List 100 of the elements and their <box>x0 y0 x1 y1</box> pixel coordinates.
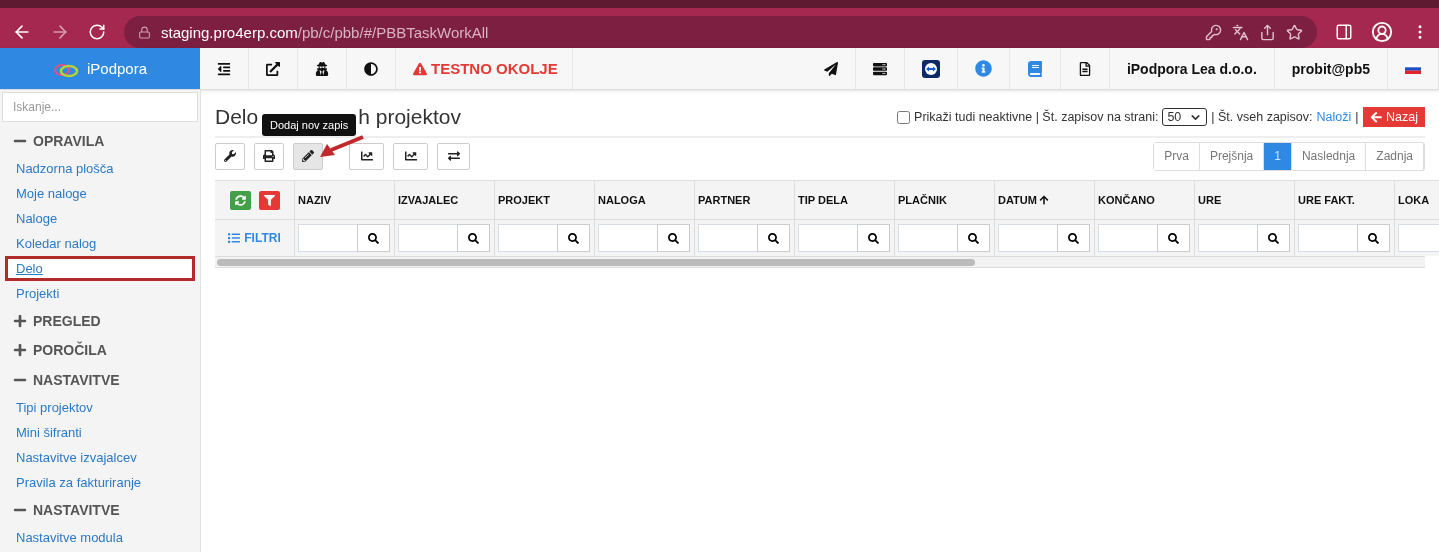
filter-field[interactable] <box>1098 224 1157 252</box>
sidebar-item[interactable]: Mini šifranti <box>5 420 195 446</box>
reload-icon[interactable] <box>88 23 106 41</box>
menu-section[interactable]: PREGLED <box>2 305 198 336</box>
filter-field[interactable] <box>798 224 857 252</box>
section-title: POROČILA <box>33 342 107 359</box>
column-header[interactable]: URE FAKT. <box>1295 181 1395 220</box>
side-panel-icon[interactable] <box>1335 23 1353 41</box>
column-header[interactable]: NAZIV <box>295 181 395 220</box>
sidebar-item[interactable]: Nadzorna plošča <box>5 155 195 181</box>
printer-icon <box>263 150 275 162</box>
pencil-icon <box>302 150 314 162</box>
column-header[interactable]: URE <box>1195 181 1295 220</box>
column-header[interactable]: LOKA <box>1395 181 1439 220</box>
search-icon <box>768 232 779 244</box>
environment-warning: TESTNO OKOLJE <box>431 60 558 77</box>
search-button[interactable] <box>357 224 390 252</box>
filter-field[interactable] <box>498 224 557 252</box>
address-bar[interactable]: staging.pro4erp.com/pb/c/pbb/#/PBBTaskWorkAll <box>124 16 1317 48</box>
chart-button[interactable] <box>393 142 428 170</box>
filter-icon <box>263 194 275 206</box>
menu-section[interactable]: POROČILA <box>2 335 198 366</box>
menu-section[interactable]: OPRAVILA <box>2 125 198 156</box>
flag-icon <box>1405 63 1421 74</box>
share-icon[interactable] <box>1259 23 1276 41</box>
search-button[interactable] <box>457 224 490 252</box>
back-button[interactable]: Nazaj <box>1362 107 1425 127</box>
column-header[interactable]: TIP DELA <box>795 181 895 220</box>
menu-section[interactable]: NASTAVITVE <box>2 495 198 525</box>
sidebar-item[interactable]: Koledar nalog <box>5 230 195 256</box>
column-header[interactable]: PROJEKT <box>495 181 595 220</box>
section-title: NASTAVITVE <box>33 502 120 519</box>
search-button[interactable] <box>557 224 590 252</box>
user-button[interactable]: probit@pb5 <box>1274 48 1388 89</box>
search-button[interactable] <box>757 224 790 252</box>
search-button[interactable] <box>1257 224 1290 252</box>
filter-field[interactable] <box>1198 224 1257 252</box>
scrollbar[interactable] <box>215 256 1425 268</box>
search-field[interactable]: Iskanje... <box>2 92 198 122</box>
book-icon <box>1026 60 1043 77</box>
info-icon <box>974 60 992 77</box>
lock-icon <box>138 25 151 39</box>
column-header[interactable]: KONČANO <box>1095 181 1195 220</box>
chart-button[interactable] <box>349 142 384 170</box>
swap-arrows-icon <box>447 150 460 162</box>
section-title: NASTAVITVE <box>33 372 120 389</box>
search-icon <box>1068 232 1079 244</box>
line-chart-icon <box>360 150 373 162</box>
sidebar-item[interactable]: Tipi projektov <box>5 395 195 421</box>
print-button[interactable] <box>254 142 284 170</box>
column-header[interactable]: IZVAJALEC <box>395 181 495 220</box>
section-title: PREGLED <box>33 312 101 329</box>
edit-button[interactable] <box>293 142 323 170</box>
filter-field[interactable] <box>1298 224 1357 252</box>
filter-field[interactable] <box>298 224 357 252</box>
sidebar-item[interactable]: Projekti <box>5 280 195 306</box>
filter-field[interactable] <box>898 224 957 252</box>
checkbox[interactable] <box>897 110 911 124</box>
search-button[interactable] <box>857 224 890 252</box>
page-link[interactable]: Prva <box>1154 142 1200 170</box>
company-button[interactable]: iPodpora Lea d.o.o. <box>1109 48 1275 89</box>
sidebar-item[interactable]: Nastavitve izvajalcev <box>5 445 195 471</box>
remote-support-icon <box>921 59 940 78</box>
refresh-button[interactable] <box>229 190 251 210</box>
filter-field[interactable] <box>998 224 1057 252</box>
server-icon <box>872 61 887 76</box>
page-title: Delo <box>215 105 259 129</box>
separator-text: | <box>1355 110 1359 124</box>
filter-button[interactable] <box>258 190 280 210</box>
star-icon[interactable] <box>1286 23 1303 41</box>
profile-icon[interactable] <box>1371 21 1393 43</box>
sidebar-item[interactable]: Delo <box>5 255 195 281</box>
settings-button[interactable] <box>215 142 245 170</box>
load-link[interactable]: Naloži <box>1316 110 1352 124</box>
sidebar-item[interactable]: Nastavitve modula <box>5 525 195 550</box>
search-icon <box>368 232 379 244</box>
search-button[interactable] <box>957 224 990 252</box>
search-button[interactable] <box>1157 224 1190 252</box>
filter-field[interactable] <box>698 224 757 252</box>
search-button[interactable] <box>1057 224 1090 252</box>
translate-icon[interactable] <box>1232 23 1249 41</box>
sidebar-item[interactable]: Pravila za fakturiranje <box>5 470 195 496</box>
filter-field[interactable] <box>598 224 657 252</box>
column-header[interactable]: DATUM <box>995 181 1095 220</box>
menu-section[interactable]: NASTAVITVE <box>2 365 198 396</box>
filter-field[interactable] <box>398 224 457 252</box>
sidebar-item[interactable]: Naloge <box>5 205 195 231</box>
column-header[interactable]: PLAČNIK <box>895 181 995 220</box>
sort-arrow-icon <box>1038 195 1049 205</box>
search-button[interactable] <box>657 224 690 252</box>
sidebar-item[interactable]: Moje naloge <box>5 180 195 206</box>
swap-button[interactable] <box>437 142 470 170</box>
key-icon[interactable] <box>1205 23 1222 41</box>
column-header[interactable]: NALOGA <box>595 181 695 220</box>
column-header[interactable]: PARTNER <box>695 181 795 220</box>
search-button[interactable] <box>1357 224 1390 252</box>
url-text: staging.pro4erp.com/pb/c/pbb/#/PBBTaskWorkAll <box>161 23 489 41</box>
page-size-select[interactable]: 50 <box>1162 108 1208 126</box>
external-link-icon <box>266 61 280 76</box>
search-icon <box>1268 232 1279 244</box>
